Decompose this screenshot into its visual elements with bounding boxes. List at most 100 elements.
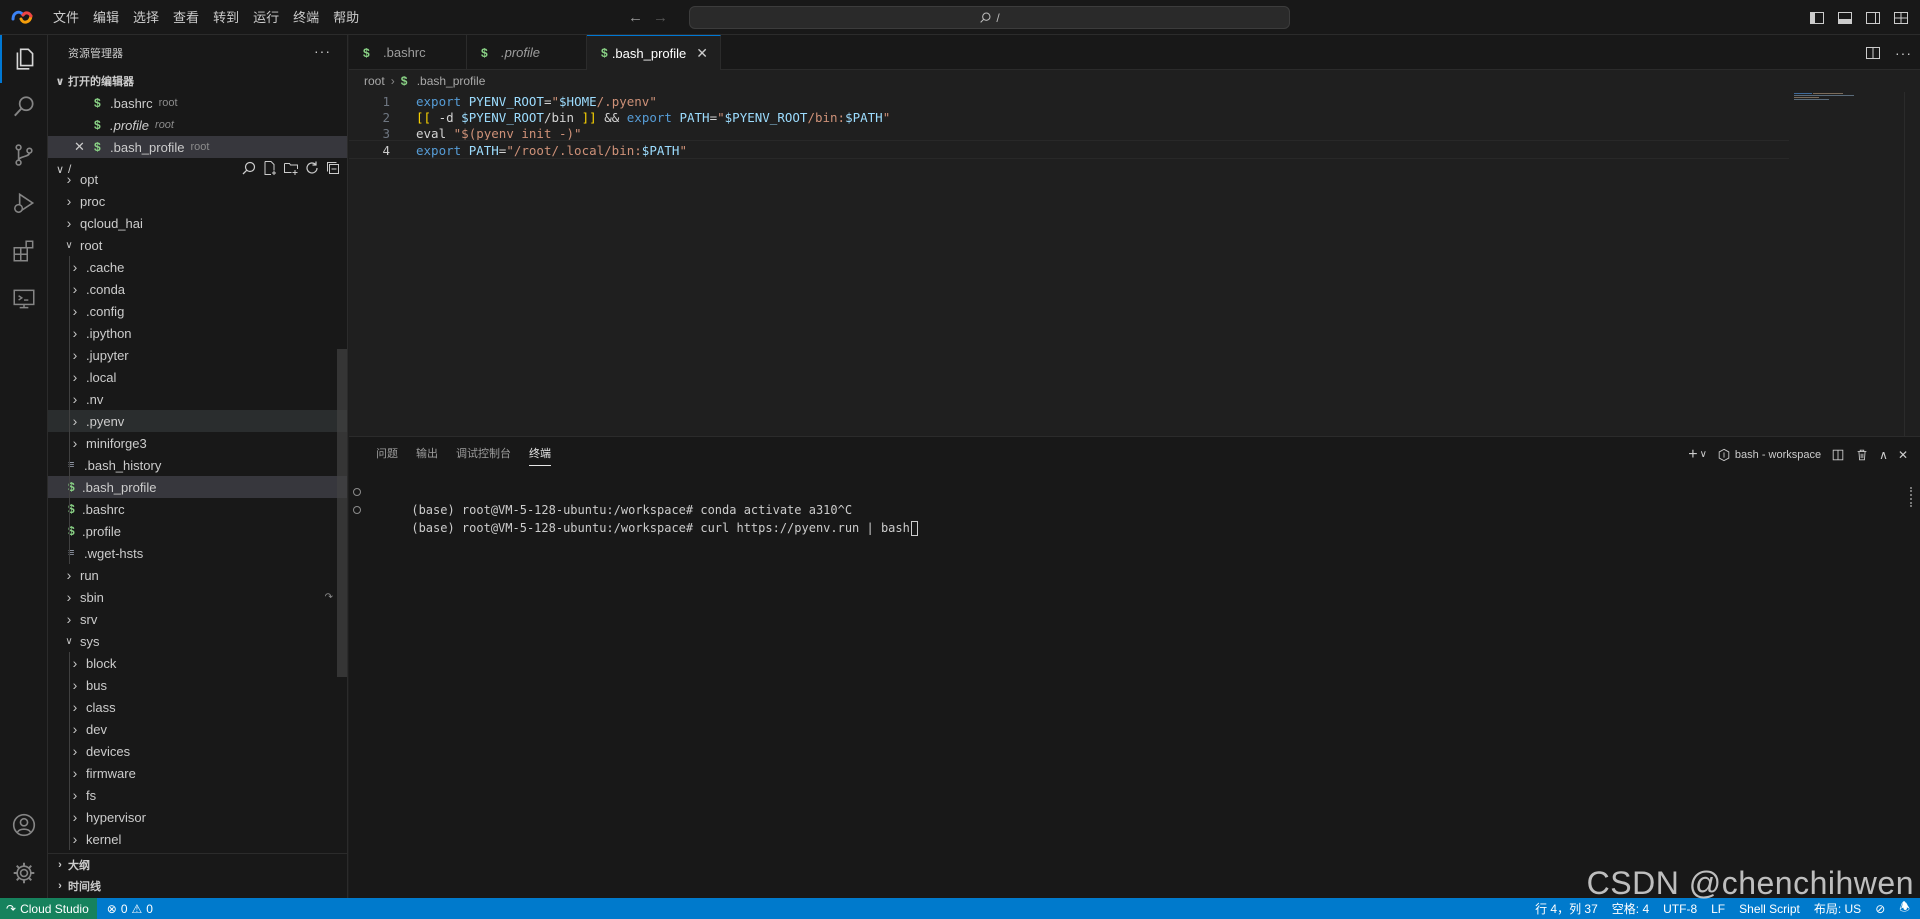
menu-item[interactable]: 编辑 xyxy=(86,0,126,35)
toggle-primary-sidebar-icon[interactable] xyxy=(1804,5,1830,31)
command-center-search[interactable]: / xyxy=(689,6,1290,29)
new-terminal-plus-icon[interactable]: + xyxy=(1688,446,1697,464)
tab-bash-profile[interactable]: $ .bash_profile ✕ xyxy=(587,35,721,70)
tree-folder[interactable]: › run xyxy=(48,564,347,586)
terminal-output[interactable]: (base) root@VM-5-128-ubuntu:/workspace# … xyxy=(349,483,1920,883)
account-icon[interactable] xyxy=(0,801,48,849)
open-editor-item[interactable]: $ .bashrc root xyxy=(48,92,347,114)
tab-output[interactable]: 输出 xyxy=(407,437,447,472)
end-of-line[interactable]: LF xyxy=(1711,902,1725,916)
terminal-scrollbar[interactable] xyxy=(1910,487,1912,507)
tree-folder[interactable]: › opt xyxy=(48,168,347,190)
menu-item[interactable]: 终端 xyxy=(286,0,326,35)
menu-item[interactable]: 选择 xyxy=(126,0,166,35)
more-actions-icon[interactable]: ··· xyxy=(314,43,331,59)
minimap[interactable] xyxy=(1793,92,1905,436)
open-editors-header[interactable]: ∨ 打开的编辑器 xyxy=(48,70,347,92)
tree-file[interactable]: $ .profile xyxy=(48,520,347,542)
indentation[interactable]: 空格: 4 xyxy=(1612,900,1649,917)
tab-terminal[interactable]: 终端 xyxy=(520,437,560,472)
code-editor[interactable]: 1 export PYENV_ROOT="$HOME/.pyenv" 2[[ -d … xyxy=(349,92,1920,436)
tree-folder[interactable]: › firmware xyxy=(48,762,347,784)
more-actions-icon[interactable]: ··· xyxy=(1895,45,1912,61)
command-decoration-icon[interactable] xyxy=(353,488,361,496)
extensions-icon[interactable] xyxy=(0,227,48,275)
sidebar-scrollbar[interactable] xyxy=(337,349,347,677)
outline-section-header[interactable]: › 大纲 xyxy=(48,853,347,875)
tree-folder[interactable]: ∨ root xyxy=(48,234,347,256)
activity-bar xyxy=(0,35,48,898)
tree-folder[interactable]: › .config xyxy=(48,300,347,322)
menu-item[interactable]: 查看 xyxy=(166,0,206,35)
tree-folder[interactable]: › qcloud_hai xyxy=(48,212,347,234)
close-icon[interactable]: ✕ xyxy=(696,45,708,62)
tree-folder[interactable]: › hypervisor xyxy=(48,806,347,828)
close-panel-icon[interactable]: ✕ xyxy=(1898,448,1908,462)
chevron-up-icon[interactable]: ∧ xyxy=(1879,448,1888,462)
source-control-icon[interactable] xyxy=(0,131,48,179)
command-decoration-icon[interactable] xyxy=(353,506,361,514)
menu-item[interactable]: 文件 xyxy=(46,0,86,35)
menu-item[interactable]: 帮助 xyxy=(326,0,366,35)
tree-folder[interactable]: › class xyxy=(48,696,347,718)
trash-icon[interactable] xyxy=(1855,448,1869,462)
tree-folder[interactable]: › .cache xyxy=(48,256,347,278)
tree-folder[interactable]: › sbin ↷ xyxy=(48,586,347,608)
tree-folder[interactable]: › bus xyxy=(48,674,347,696)
tree-file[interactable]: $ .bash_profile xyxy=(48,476,347,498)
back-arrow-icon[interactable]: ← xyxy=(628,9,643,26)
run-debug-icon[interactable] xyxy=(0,179,48,227)
search-icon[interactable] xyxy=(0,83,48,131)
tree-folder[interactable]: ∨ sys xyxy=(48,630,347,652)
tree-folder[interactable]: › dev xyxy=(48,718,347,740)
tree-folder[interactable]: › proc xyxy=(48,190,347,212)
copilot-icon[interactable]: ⊘ xyxy=(1875,902,1885,916)
remote-explorer-icon[interactable] xyxy=(0,275,48,323)
editor-scrollbar[interactable] xyxy=(1904,92,1918,436)
tree-folder[interactable]: › miniforge3 xyxy=(48,432,347,454)
remote-indicator[interactable]: ↷ Cloud Studio xyxy=(0,898,97,919)
encoding[interactable]: UTF-8 xyxy=(1663,902,1697,916)
tree-folder[interactable]: › srv xyxy=(48,608,347,630)
open-editor-item[interactable]: $ .profile root xyxy=(48,114,347,136)
tree-folder[interactable]: › .conda xyxy=(48,278,347,300)
keyboard-layout[interactable]: 布局: US xyxy=(1814,900,1861,917)
language-mode[interactable]: Shell Script xyxy=(1739,902,1800,916)
problems-indicator[interactable]: ⊗ 0 ⚠ 0 xyxy=(97,902,153,916)
open-editor-item-active[interactable]: ✕ $ .bash_profile root xyxy=(48,136,347,158)
settings-gear-icon[interactable] xyxy=(0,849,48,897)
tree-folder[interactable]: › .jupyter xyxy=(48,344,347,366)
tree-file[interactable]: ≡ .wget-hsts xyxy=(48,542,347,564)
chevron-down-icon[interactable]: ∨ xyxy=(1700,449,1707,460)
tree-folder[interactable]: › kernel xyxy=(48,828,347,850)
close-icon[interactable]: ✕ xyxy=(74,139,85,155)
tree-file[interactable]: ≡ .bash_history xyxy=(48,454,347,476)
breadcrumb-item[interactable]: root xyxy=(364,74,385,88)
customize-layout-icon[interactable] xyxy=(1888,5,1914,31)
terminal-name[interactable]: bash - workspace xyxy=(1735,449,1821,461)
toggle-panel-icon[interactable] xyxy=(1832,5,1858,31)
explorer-icon[interactable] xyxy=(0,35,48,83)
tree-folder[interactable]: › block xyxy=(48,652,347,674)
tree-folder[interactable]: › .ipython xyxy=(48,322,347,344)
tree-folder[interactable]: › fs xyxy=(48,784,347,806)
tree-folder[interactable]: › .pyenv xyxy=(48,410,347,432)
line-number: 4 xyxy=(382,143,390,158)
toggle-secondary-sidebar-icon[interactable] xyxy=(1860,5,1886,31)
menu-item[interactable]: 转到 xyxy=(206,0,246,35)
menu-item[interactable]: 运行 xyxy=(246,0,286,35)
tree-file[interactable]: $ .bashrc xyxy=(48,498,347,520)
tree-folder[interactable]: › .nv xyxy=(48,388,347,410)
split-terminal-icon[interactable] xyxy=(1831,448,1845,462)
tree-folder[interactable]: › .local xyxy=(48,366,347,388)
tab-debug-console[interactable]: 调试控制台 xyxy=(447,437,520,472)
tree-folder[interactable]: › devices xyxy=(48,740,347,762)
tab-problems[interactable]: 问题 xyxy=(367,437,407,472)
forward-arrow-icon[interactable]: → xyxy=(653,9,668,26)
split-editor-icon[interactable] xyxy=(1865,45,1881,61)
cursor-position[interactable]: 行 4，列 37 xyxy=(1535,900,1598,917)
timeline-section-header[interactable]: › 时间线 xyxy=(48,875,347,897)
breadcrumb-item[interactable]: .bash_profile xyxy=(417,74,486,88)
tab-bashrc[interactable]: $ .bashrc xyxy=(349,35,467,70)
tab-profile[interactable]: $ .profile xyxy=(467,35,587,70)
